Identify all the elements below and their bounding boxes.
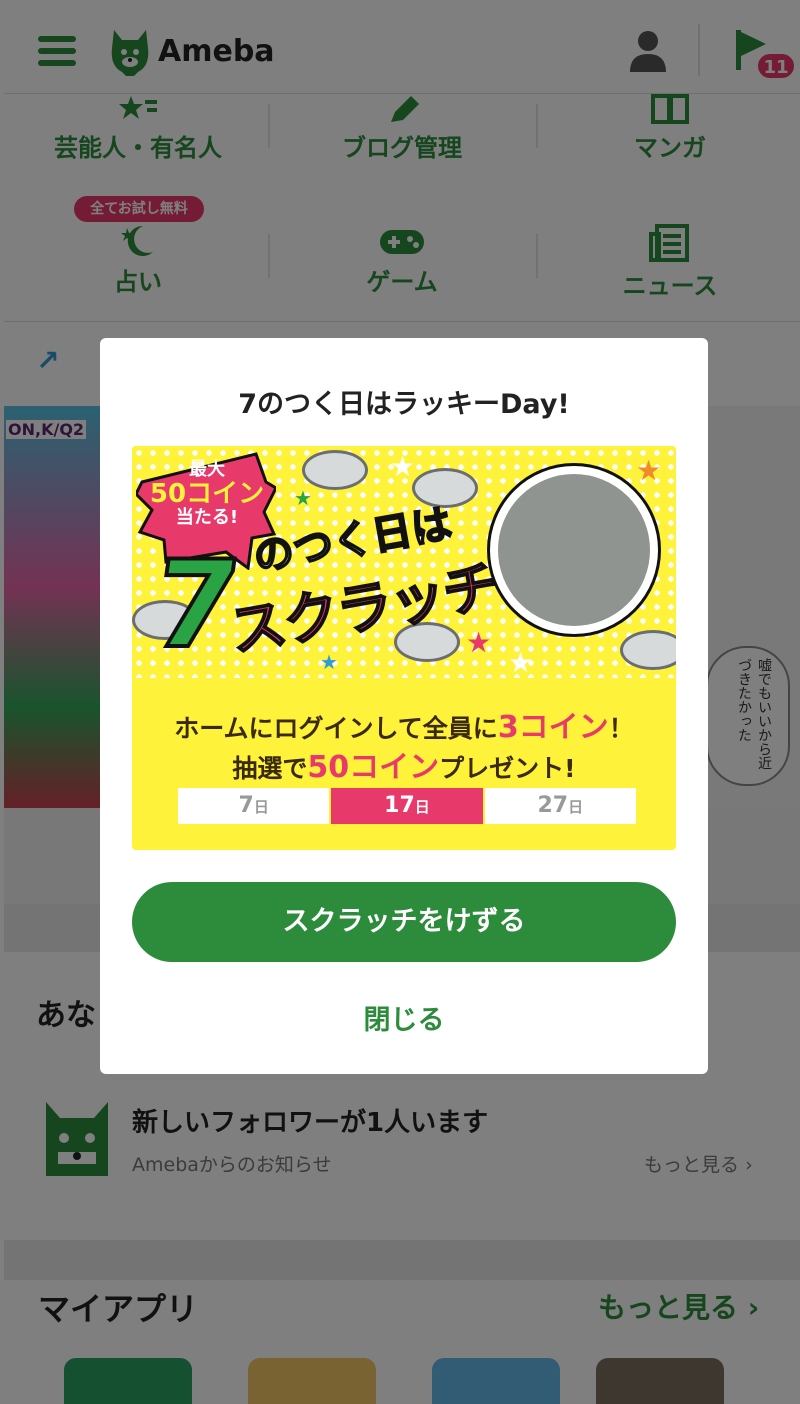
day-number: 27 [537, 793, 569, 818]
day-17-active: 17日 [331, 788, 485, 824]
burst-line: 最大 [189, 459, 225, 480]
modal-title: 7のつく日はラッキーDay! [238, 389, 570, 420]
day-suffix: 日 [414, 798, 430, 816]
star-icon: ★ [636, 454, 662, 487]
promo-line-2: 抽選で50コインプレゼント! [132, 742, 676, 786]
star-icon: ★ [320, 650, 338, 674]
day-27: 27日 [485, 788, 636, 824]
promo-line-1: ホームにログインして全員に3コイン！ [132, 702, 676, 746]
star-icon: ★ [466, 626, 492, 659]
promo-text: 抽選で [232, 754, 308, 783]
day-7: 7日 [178, 788, 332, 824]
day-suffix: 日 [568, 798, 584, 816]
star-icon: ★ [390, 450, 416, 483]
star-icon: ★ [508, 646, 534, 679]
coin-icon [302, 450, 368, 490]
promo-highlight: 50コイン [307, 750, 440, 785]
day-number: 7 [238, 793, 254, 818]
promo-text: ホームにログインして全員に [174, 714, 498, 743]
burst-line: 50コイン [149, 478, 265, 509]
day-suffix: 日 [253, 798, 269, 816]
promo-highlight: 3コイン [497, 710, 609, 745]
scratch-promo-banner: 最大 50コイン 当たる! ★ ★ ★ ★ ★ ★ 7 のつく日は スクラッチ … [132, 446, 676, 850]
star-icon: ★ [294, 486, 312, 510]
coin-icon [620, 630, 676, 670]
promo-text: プレゼント! [439, 754, 576, 783]
lucky-days-row: 7日 17日 27日 [178, 788, 636, 824]
lucky-day-modal: 7のつく日はラッキーDay! 最大 50コイン 当たる! ★ ★ ★ ★ ★ ★… [100, 338, 708, 1074]
burst-text: 最大 50コイン 当たる! [142, 460, 272, 528]
close-modal-link[interactable]: 閉じる [100, 998, 708, 1037]
scratch-button[interactable]: スクラッチをけずる [132, 882, 676, 962]
promo-artwork: 最大 50コイン 当たる! ★ ★ ★ ★ ★ ★ 7 のつく日は スクラッチ [132, 446, 676, 679]
promo-text: ！ [608, 714, 634, 743]
scratch-area[interactable] [490, 466, 658, 634]
day-number: 17 [384, 793, 415, 818]
